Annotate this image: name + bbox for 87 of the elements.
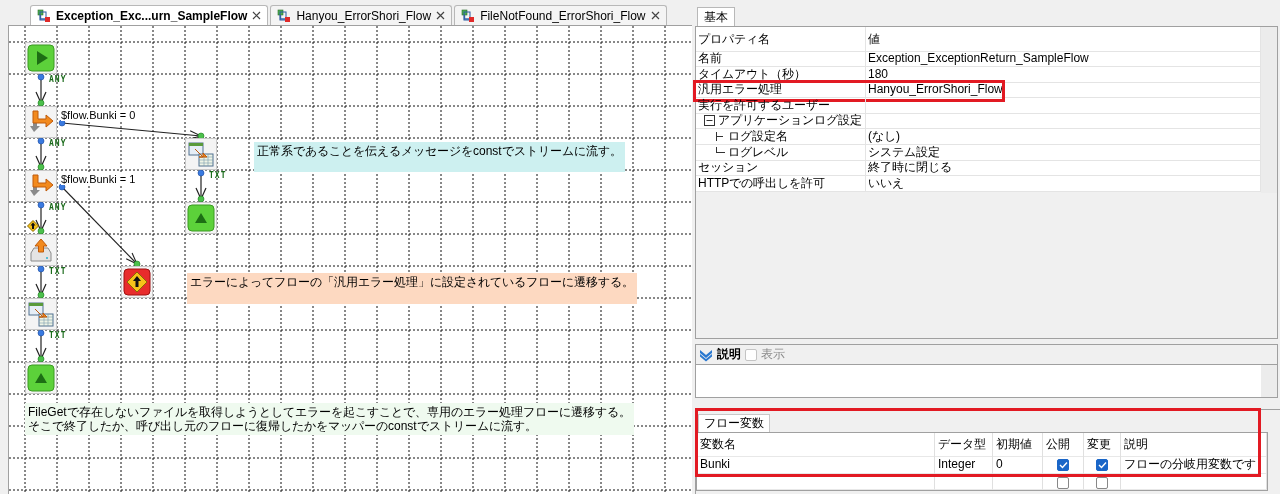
connector-arrow[interactable]	[58, 119, 205, 140]
empty-cell[interactable]	[697, 473, 935, 490]
flow-canvas[interactable]	[8, 25, 692, 494]
end-node[interactable]	[25, 362, 57, 394]
comment-note[interactable]: FileGetで存在しないファイルを取得しようとしてエラーを起こすことで、専用のエラー処理フローに遷移する。 そこで終了したか、呼び出し元のフローに復帰したかをマッパーのconstでストリームに流す。	[25, 403, 634, 435]
branch-condition: $flow.Bunki = 1	[61, 173, 136, 185]
property-value[interactable]: 180	[868, 66, 889, 82]
start-node[interactable]	[25, 42, 57, 74]
branch-condition: $flow.Bunki = 0	[61, 109, 136, 121]
file-put-node[interactable]	[25, 234, 57, 266]
close-icon[interactable]	[252, 11, 262, 20]
property-name: 名前	[698, 51, 722, 66]
property-value[interactable]: いいえ	[868, 175, 904, 191]
note-text: FileGetで存在しないファイルを取得しようとしてエラーを起こすことで、専用のエラー処理フローに遷移する。	[28, 405, 631, 419]
scrollbar[interactable]	[1261, 27, 1277, 193]
comment-note[interactable]: エラーによってフローの「汎用エラー処理」に設定されているフローに遷移する。	[187, 273, 637, 304]
comment-note[interactable]: 正常系であることを伝えるメッセージをconstでストリームに流す。	[254, 142, 625, 172]
editor-tab[interactable]: Exception_Exc...urn_SampleFlow	[30, 5, 269, 25]
property-value[interactable]: (なし)	[868, 128, 900, 144]
close-icon[interactable]	[650, 11, 660, 20]
port-type-label: TXT	[209, 171, 227, 180]
close-icon[interactable]	[436, 11, 446, 20]
connector-arrow[interactable]	[35, 73, 47, 107]
property-name: セッション	[698, 160, 758, 176]
variables-tab[interactable]: フロー変数	[698, 414, 770, 432]
property-name: 汎用エラー処理	[698, 82, 782, 98]
connector-arrow[interactable]	[195, 169, 207, 203]
mapper-node[interactable]	[25, 298, 57, 330]
connector-arrow[interactable]	[35, 201, 47, 235]
column-header: 初期値	[996, 436, 1032, 453]
table-cell: フローの分岐用変数です	[1124, 456, 1256, 473]
property-value[interactable]: 終了時に閉じる	[868, 160, 952, 176]
port-type-label: ANY	[49, 203, 67, 212]
table-cell: Integer	[938, 456, 976, 473]
scrollbar[interactable]	[1261, 365, 1277, 397]
checkbox-label: 表示	[761, 346, 785, 363]
checkbox[interactable]	[1057, 477, 1069, 489]
branch-node[interactable]	[25, 170, 57, 202]
column-header: データ型	[938, 436, 986, 453]
port-type-label: TXT	[49, 331, 67, 340]
port-type-label: ANY	[49, 75, 67, 84]
diamond-arrow-icon	[27, 220, 39, 232]
description-field[interactable]	[696, 364, 1277, 397]
property-name: アプリケーションログ設定	[718, 113, 862, 129]
double-chevron-icon[interactable]	[699, 347, 713, 362]
property-value[interactable]: Exception_ExceptionReturn_SampleFlow	[868, 51, 1089, 66]
connector-arrow[interactable]	[35, 265, 47, 299]
editor-tab[interactable]: FileNotFound_ErrorShori_Flow	[454, 5, 667, 25]
property-name: HTTPでの呼出しを許可	[698, 175, 826, 191]
flow-icon	[461, 8, 476, 23]
column-header: 変更	[1087, 436, 1111, 453]
error-node[interactable]	[121, 266, 153, 298]
property-name: タイムアウト（秒）	[698, 66, 806, 82]
port-type-label: ANY	[49, 139, 67, 148]
checkbox[interactable]	[1096, 458, 1108, 471]
end-node[interactable]	[185, 202, 217, 234]
checkbox[interactable]	[1096, 477, 1108, 489]
checkbox[interactable]	[1057, 458, 1069, 471]
column-header: 値	[868, 31, 880, 48]
empty-cell[interactable]	[866, 97, 1261, 114]
flow-icon	[277, 8, 292, 23]
property-name: ログ設定名	[728, 128, 788, 144]
port-type-label: TXT	[49, 267, 67, 276]
property-value[interactable]: システム設定	[868, 144, 940, 160]
column-header: 公開	[1046, 436, 1070, 453]
column-header: プロパティ名	[698, 31, 770, 48]
flow-icon	[37, 8, 51, 23]
properties-tab[interactable]: 基本	[697, 7, 735, 26]
column-header: 説明	[1124, 436, 1148, 453]
empty-cell[interactable]	[866, 113, 1261, 130]
empty-cell[interactable]	[1121, 473, 1267, 490]
property-name: ログレベル	[728, 144, 788, 160]
empty-cell[interactable]	[935, 473, 993, 490]
column-header: 変数名	[700, 436, 736, 453]
table-cell: 0	[996, 456, 1003, 473]
connector-arrow[interactable]	[35, 137, 47, 171]
note-text: そこで終了したか、呼び出し元のフローに復帰したかをマッパーのconstでストリームに流す。	[28, 419, 538, 433]
property-value[interactable]: Hanyou_ErrorShori_Flow	[868, 82, 1003, 98]
empty-cell[interactable]	[993, 473, 1043, 490]
connector-arrow[interactable]	[35, 329, 47, 363]
branch-node[interactable]	[25, 106, 57, 138]
collapse-icon[interactable]	[704, 115, 715, 127]
mapper-node[interactable]	[185, 138, 217, 170]
section-title: 説明	[717, 346, 741, 363]
property-name: 実行を許可するユーザー	[698, 97, 830, 113]
table-cell: Bunki	[700, 456, 731, 473]
editor-tab[interactable]: Hanyou_ErrorShori_Flow	[270, 5, 453, 25]
